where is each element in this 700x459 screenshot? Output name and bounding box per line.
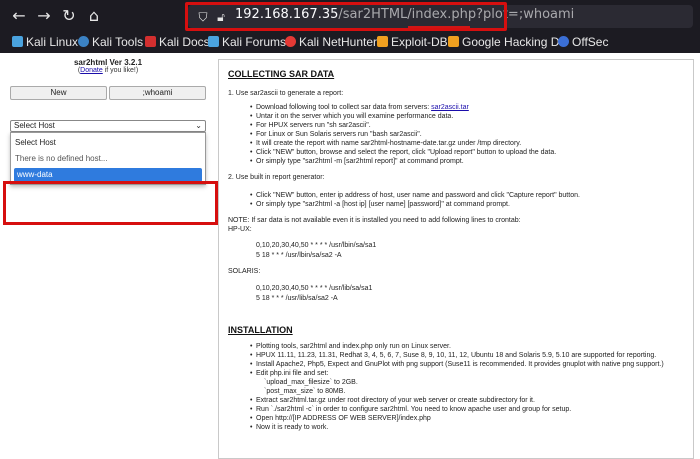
list-item: Extract sar2html.tar.gz under root direc…: [250, 397, 535, 404]
sidebar: sar2html Ver 3.2.1 (Donate if you like!)…: [0, 53, 218, 459]
content-panel: COLLECTING SAR DATA 1. Use sar2ascii to …: [218, 59, 694, 459]
donate-line: (Donate if you like!): [77, 67, 139, 74]
crontab-note: NOTE: If sar data is not available even …: [228, 217, 521, 224]
exploit-db-icon: [377, 36, 388, 47]
command-button[interactable]: ;whoami: [109, 86, 206, 100]
kali-dragon-icon: [12, 36, 23, 47]
bookmark-kali-forums[interactable]: Kali Forums: [208, 35, 286, 49]
step-2: 2. Use built in report generator:: [228, 174, 325, 181]
bookmarks-bar: Kali Linux Kali Tools Kali Docs Kali For…: [0, 33, 700, 53]
step-1: 1. Use sar2ascii to generate a report:: [228, 90, 344, 97]
solaris-cron-line: 5 18 * * * /usr/lib/sa/sa2 -A: [256, 295, 338, 302]
kali-tools-icon: [78, 36, 89, 47]
dropdown-highlight-box: [3, 181, 218, 225]
bookmark-kali-tools[interactable]: Kali Tools: [78, 35, 143, 49]
solaris-cron-line: 0,10,20,30,40,50 * * * * /usr/lib/sa/sa1: [256, 285, 373, 292]
bookmark-google-hacking-db[interactable]: Google Hacking DB: [448, 35, 567, 49]
host-dropdown: Select Host There is no defined host... …: [10, 132, 206, 185]
kali-forums-icon: [208, 36, 219, 47]
php-setting: `upload_max_filesize` to 2GB.: [264, 379, 358, 386]
list-item: Or simply type "sar2html -m [sar2html re…: [250, 158, 464, 165]
list-item: Click "NEW" button, enter ip address of …: [250, 192, 580, 199]
list-item: Plotting tools, sar2html and index.php o…: [250, 343, 451, 350]
option-select-host[interactable]: Select Host: [15, 138, 56, 147]
heading-collecting-sar-data: COLLECTING SAR DATA: [228, 69, 335, 79]
list-item: Open http://[IP ADDRESS OF WEB SERVER]/i…: [250, 415, 431, 422]
ghdb-icon: [448, 36, 459, 47]
list-item: Click "NEW" button, browse and select th…: [250, 149, 556, 156]
list-item: Or simply type "sar2html -a [host ip] [u…: [250, 201, 510, 208]
list-item: Install Apache2, Php5, Expect and GnuPlo…: [250, 361, 664, 368]
kali-docs-icon: [145, 36, 156, 47]
reload-icon[interactable]: ↻: [60, 7, 78, 25]
heading-installation: INSTALLATION: [228, 325, 293, 335]
chevron-down-icon: ⌄: [195, 121, 202, 130]
page: sar2html Ver 3.2.1 (Donate if you like!)…: [0, 53, 700, 459]
option-no-host[interactable]: There is no defined host...: [15, 154, 108, 163]
list-item: Now it is ready to work.: [250, 424, 328, 431]
bookmark-exploit-db[interactable]: Exploit-DB: [377, 35, 448, 49]
option-www-data[interactable]: www-data: [14, 168, 202, 182]
donate-link[interactable]: Donate: [80, 67, 103, 74]
list-item: It will create the report with name sar2…: [250, 140, 521, 147]
bookmark-kali-nethunter[interactable]: Kali NetHunter: [285, 35, 377, 49]
sar2ascii-link[interactable]: sar2ascii.tar: [431, 104, 469, 111]
forward-arrow-icon[interactable]: →: [35, 7, 53, 25]
bookmark-kali-linux[interactable]: Kali Linux: [12, 35, 78, 49]
host-select[interactable]: Select Host ⌄: [10, 120, 206, 132]
nethunter-icon: [285, 36, 296, 47]
url-highlight-box: [185, 2, 507, 31]
bookmark-offsec[interactable]: OffSec: [558, 35, 608, 49]
new-button[interactable]: New: [10, 86, 107, 100]
list-item: HPUX 11.11, 11.23, 11.31, Redhat 3, 4, 5…: [250, 352, 656, 359]
solaris-label: SOLARIS:: [228, 268, 261, 275]
php-setting: `post_max_size` to 80MB.: [264, 388, 346, 395]
back-arrow-icon[interactable]: ←: [10, 7, 28, 25]
app-title: sar2html Ver 3.2.1: [73, 58, 143, 67]
offsec-icon: [558, 36, 569, 47]
list-item: Run `./sar2html -c` in order to configur…: [250, 406, 571, 413]
hpux-cron-line: 5 18 * * * /usr/lbin/sa/sa2 -A: [256, 252, 342, 259]
home-icon[interactable]: ⌂: [85, 7, 103, 25]
bookmark-kali-docs[interactable]: Kali Docs: [145, 35, 210, 49]
list-item: Download following tool to collect sar d…: [250, 104, 469, 111]
list-item: For Linux or Sun Solaris servers run "ba…: [250, 131, 422, 138]
hpux-cron-line: 0,10,20,30,40,50 * * * * /usr/lbin/sa/sa…: [256, 242, 377, 249]
browser-toolbar: ← → ↻ ⌂ ⛉ 🔓︎ 192.168.167.35/sar2HTML/ind…: [0, 0, 700, 33]
list-item: Edit php.ini file and set:: [250, 370, 328, 377]
hpux-label: HP-UX:: [228, 226, 252, 233]
list-item: For HPUX servers run "sh sar2ascii".: [250, 122, 371, 129]
list-item: Untar it on the server which you will ex…: [250, 113, 453, 120]
